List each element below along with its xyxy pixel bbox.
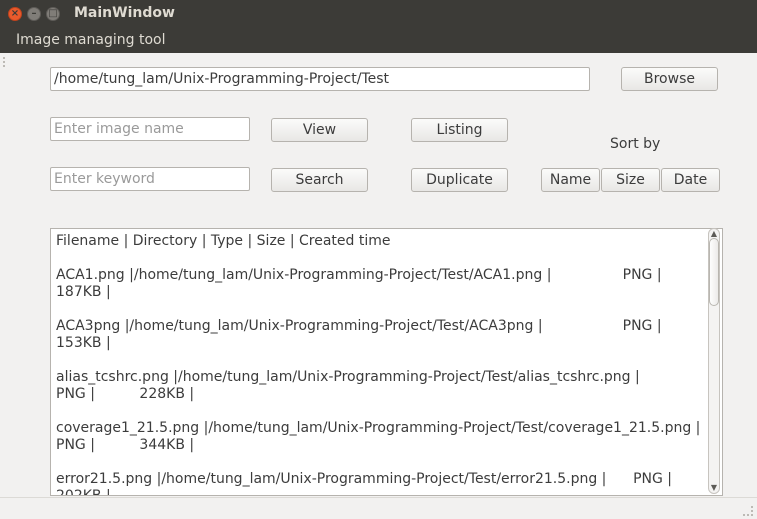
resize-grip-icon[interactable] (743, 506, 753, 516)
maximize-icon: □ (48, 8, 58, 19)
listing-entry-line: alias_tcshrc.png |/home/tung_lam/Unix-Pr… (56, 369, 640, 385)
scroll-down-icon[interactable]: ▼ (709, 483, 719, 493)
sort-date-button[interactable]: Date (661, 168, 720, 192)
status-bar (0, 497, 757, 519)
listing-entry-line: ACA3png |/home/tung_lam/Unix-Programming… (56, 318, 662, 334)
keyword-input[interactable] (50, 167, 250, 191)
listing-button[interactable]: Listing (411, 118, 508, 142)
listing-entry-line: PNG | 228KB | (56, 386, 195, 402)
listing-scrollbar[interactable]: ▲ ▼ (707, 228, 721, 496)
listing-header: Filename | Directory | Type | Size | Cre… (56, 233, 391, 249)
sort-by-label: Sort by (610, 136, 661, 152)
sort-size-button[interactable]: Size (601, 168, 660, 192)
view-button[interactable]: View (271, 118, 368, 142)
close-icon: × (10, 8, 20, 19)
listing-entry-line: error21.5.png |/home/tung_lam/Unix-Progr… (56, 471, 673, 487)
browse-button[interactable]: Browse (621, 67, 718, 91)
menu-item-image-managing-tool[interactable]: Image managing tool (16, 32, 165, 48)
menu-bar: Image managing tool (0, 29, 757, 53)
minimize-button[interactable]: – (27, 7, 41, 21)
close-button[interactable]: × (8, 7, 22, 21)
duplicate-button[interactable]: Duplicate (411, 168, 508, 192)
listing-entry-line: 153KB | (56, 335, 111, 351)
listing-entry-line: PNG | 344KB | (56, 437, 195, 453)
directory-path-input[interactable] (50, 67, 590, 91)
sort-name-button[interactable]: Name (541, 168, 600, 192)
listing-text-area[interactable]: Filename | Directory | Type | Size | Cre… (50, 228, 723, 496)
window-title: MainWindow (74, 5, 175, 21)
listing-content: Filename | Directory | Type | Size | Cre… (56, 233, 706, 496)
listing-entry-line: 187KB | (56, 284, 111, 300)
listing-entry-line: 202KB | (56, 488, 111, 496)
search-button[interactable]: Search (271, 168, 368, 192)
scrollbar-thumb[interactable] (709, 238, 719, 306)
listing-entry-line: coverage1_21.5.png |/home/tung_lam/Unix-… (56, 420, 701, 436)
maximize-button[interactable]: □ (46, 7, 60, 21)
image-name-input[interactable] (50, 117, 250, 141)
toolbar-grip (3, 57, 8, 67)
listing-entry-line: ACA1.png |/home/tung_lam/Unix-Programmin… (56, 267, 662, 283)
title-bar: × – □ MainWindow (0, 0, 757, 29)
main-window: × – □ MainWindow Image managing tool Bro… (0, 0, 757, 519)
minimize-icon: – (31, 8, 37, 19)
